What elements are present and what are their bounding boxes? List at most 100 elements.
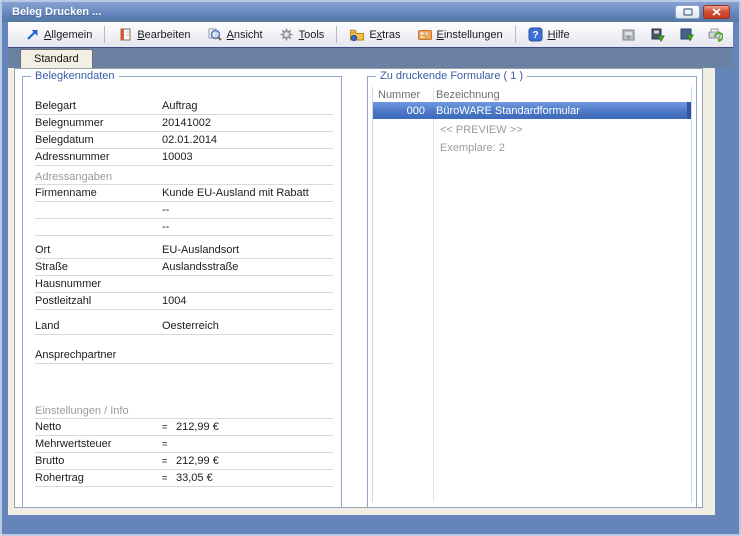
menu-item-label: Hilfe [547, 28, 570, 41]
menu-item-label: Extras [369, 28, 401, 41]
field-value: 33,05 € [176, 472, 213, 484]
groupbox-belegkenndaten: Belegkenndaten Belegart Auftrag Belegnumme… [22, 69, 342, 508]
field-label: Hausnummer [35, 278, 102, 290]
edit-notebook-icon [117, 27, 133, 42]
field-label: Ort [35, 244, 51, 256]
title-bar[interactable]: Beleg Drucken ... [2, 2, 739, 22]
menu-item-extras[interactable]: Extras [341, 25, 408, 44]
menu-separator [514, 26, 516, 43]
field-value: 212,99 € [176, 421, 219, 433]
groupbox-formulare: Zu druckende Formulare ( 1 ) Nummer Beze… [367, 69, 697, 508]
menu-item-label: Ansicht [226, 28, 263, 41]
equals-glyph: = [162, 439, 168, 449]
field-value: 02.01.2014 [162, 134, 218, 146]
field-label: Rohertrag [35, 472, 84, 484]
content-area: Belegkenndaten Belegart Auftrag Belegnumme… [8, 68, 715, 515]
section-label: Einstellungen / Info [35, 404, 333, 419]
menu-item-label: Tools [298, 28, 325, 41]
field-row: Belegdatum 02.01.2014 [35, 132, 333, 149]
main-panel: Belegkenndaten Belegart Auftrag Belegnumme… [14, 68, 703, 508]
field-label: Belegdatum [35, 134, 94, 146]
archive-icon[interactable] [620, 27, 636, 42]
equals-glyph: = [162, 473, 168, 483]
restore-icon [682, 8, 693, 16]
tab-standard[interactable]: Standard [20, 49, 93, 68]
menu-item-ansicht[interactable]: Ansicht [199, 25, 271, 44]
field-row: Brutto = 212,99 € [35, 453, 333, 470]
field-row: Belegnummer 20141002 [35, 115, 333, 132]
list-header: Nummer Bezeichnung [373, 87, 691, 102]
field-value: EU-Auslandsort [162, 244, 240, 256]
field-label: Belegnummer [35, 117, 104, 129]
field-value: Auftrag [162, 100, 198, 112]
restore-button[interactable] [675, 5, 700, 19]
field-label: Brutto [35, 455, 65, 467]
field-list: Belegart Auftrag Belegnummer 20141002 Belegd… [23, 98, 341, 487]
field-value: 10003 [162, 151, 193, 163]
field-label: Ansprechpartner [35, 349, 117, 361]
field-row: Adressnummer 10003 [35, 149, 333, 166]
svg-text:?: ? [533, 30, 539, 41]
field-row: -- [35, 219, 333, 236]
column-divider [433, 87, 434, 502]
list-rows: 000 BüroWARE Standardformular << PREVIEW >… [373, 102, 691, 157]
row-spacer [23, 310, 341, 318]
column-header-bezeichnung: Bezeichnung [436, 88, 500, 101]
field-value: 1004 [162, 295, 187, 307]
field-label: Postleitzahl [35, 295, 92, 307]
field-row: Ansprechpartner [35, 347, 333, 364]
field-value: 20141002 [162, 117, 211, 129]
form-list-note: Exemplare: 2 [440, 142, 505, 154]
close-button[interactable] [703, 5, 730, 19]
field-label: Land [35, 320, 60, 332]
import-document-icon[interactable] [678, 27, 694, 42]
field-row: Mehrwertsteuer = [35, 436, 333, 453]
field-row: Firmenname Kunde EU-Ausland mit Rabatt [35, 185, 333, 202]
field-label: Belegart [35, 100, 76, 112]
window: Beleg Drucken ... Allgemein Bearbeiten Ans… [0, 0, 741, 536]
menu-item-hilfe[interactable]: ? Hilfe [520, 25, 578, 44]
field-row: Postleitzahl 1004 [35, 293, 333, 310]
gear-icon [279, 27, 295, 42]
window-title: Beleg Drucken ... [12, 6, 102, 18]
menu-item-tools[interactable]: Tools [271, 25, 333, 44]
menu-item-label: Einstellungen [436, 28, 503, 41]
groupbox-formulare-title: Zu druckende Formulare ( 1 ) [376, 69, 528, 83]
menu-separator [104, 26, 106, 43]
field-value: Kunde EU-Ausland mit Rabatt [162, 187, 309, 199]
magnifier-icon [207, 27, 223, 42]
print-refresh-icon[interactable] [707, 27, 723, 42]
menu-separator [336, 26, 338, 43]
row-spacer [23, 364, 341, 404]
form-list: Nummer Bezeichnung 000 BüroWARE Standardf… [372, 87, 692, 502]
export-document-icon[interactable] [649, 27, 665, 42]
field-value: -- [162, 221, 170, 233]
form-number: 000 [406, 104, 425, 117]
help-icon: ? [528, 27, 544, 42]
menu-bar: Allgemein Bearbeiten Ansicht Tools Extras Ein… [16, 25, 578, 44]
equals-glyph: = [162, 422, 168, 432]
form-name: BüroWARE Standardformular [436, 104, 580, 117]
form-list-row[interactable]: 000 BüroWARE Standardformular [373, 102, 691, 119]
section-label: Adressangaben [35, 170, 333, 185]
field-row: Belegart Auftrag [35, 98, 333, 115]
field-label: Adressnummer [35, 151, 110, 163]
field-label: Mehrwertsteuer [35, 438, 112, 450]
row-spacer [23, 335, 341, 347]
menu-item-bearbeiten[interactable]: Bearbeiten [109, 25, 198, 44]
field-value: -- [162, 204, 170, 216]
menu-item-allgemein[interactable]: Allgemein [16, 25, 100, 44]
field-label: Firmenname [35, 187, 97, 199]
close-icon [712, 8, 721, 16]
field-row: Hausnummer [35, 276, 333, 293]
field-label: Netto [35, 421, 62, 433]
menu-item-label: Bearbeiten [137, 28, 191, 41]
field-value: Auslandsstraße [162, 261, 239, 273]
tab-strip: Standard [8, 47, 733, 68]
field-label: Straße [35, 261, 69, 273]
field-row: Land Oesterreich [35, 318, 333, 335]
menu-item-einstellungen[interactable]: Einstellungen [409, 25, 511, 44]
column-header-nummer: Nummer [378, 88, 421, 101]
field-row: Rohertrag = 33,05 € [35, 470, 333, 487]
equals-glyph: = [162, 456, 168, 466]
